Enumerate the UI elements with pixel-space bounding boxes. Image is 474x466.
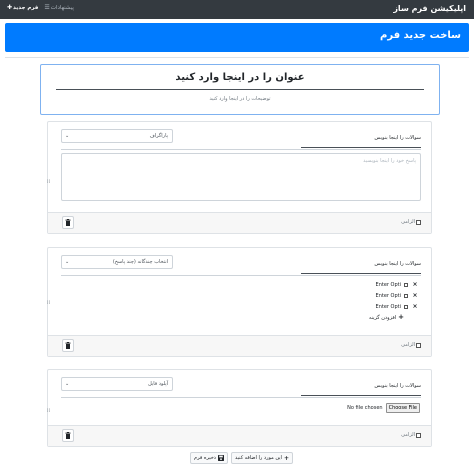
trash-icon xyxy=(65,219,71,226)
option-text[interactable]: Enter Opti xyxy=(376,304,401,310)
new-form-link[interactable]: ✚ فرم جدید xyxy=(7,4,39,12)
option-row: Enter Opti × xyxy=(376,304,419,311)
plus-icon: + xyxy=(283,454,289,462)
question-title-placeholder: سوالات را اینجا بنویس xyxy=(374,383,421,389)
file-upload-control[interactable]: No file chosen Choose File xyxy=(347,403,420,413)
required-label: الزامی xyxy=(401,342,415,348)
option-checkbox[interactable] xyxy=(404,305,408,309)
question-title-input[interactable]: سوالات را اینجا بنویس xyxy=(301,380,421,396)
question-type-select[interactable]: آپلود فایل ⌄ xyxy=(61,377,173,391)
option-checkbox[interactable] xyxy=(404,294,408,298)
list-icon: ☰ xyxy=(44,4,50,11)
page-title: ساخت جدید فرم xyxy=(380,30,461,41)
file-status: No file chosen xyxy=(347,405,383,411)
remove-option-icon[interactable]: × xyxy=(411,282,419,288)
add-option-button[interactable]: + افزودن گزینه xyxy=(369,314,404,321)
question-title-placeholder: سوالات را اینجا بنویس xyxy=(374,261,421,267)
answer-placeholder: پاسخ خود را اینجا بنویسید xyxy=(363,158,416,164)
question-divider xyxy=(61,149,421,150)
header-divider xyxy=(5,57,469,58)
question-type-value: آپلود فایل xyxy=(148,381,168,387)
drag-handle-icon[interactable]: ⁞⁞ xyxy=(47,179,50,185)
option-checkbox[interactable] xyxy=(404,283,408,287)
question-footer: الزامی xyxy=(48,425,431,446)
required-checkbox[interactable] xyxy=(416,432,421,438)
question-card-paragraph: سوالات را اینجا بنویس پاراگراف ⌄ پاسخ خو… xyxy=(47,121,432,234)
chevron-down-icon: ⌄ xyxy=(65,133,70,139)
save-form-label: ذخیره فرم xyxy=(194,455,217,461)
delete-question-button[interactable] xyxy=(62,216,74,229)
delete-question-button[interactable] xyxy=(62,429,74,442)
required-label: الزامی xyxy=(401,432,415,438)
question-card-multiple-choice: سوالات را اینجا بنویس انتخاب چندگانه (چن… xyxy=(47,247,432,357)
option-row: Enter Opti × xyxy=(376,293,419,300)
form-title-input[interactable]: عنوان را در اینجا وارد کنید xyxy=(41,72,439,83)
form-description-input[interactable]: توضیحات را در اینجا وارد کنید xyxy=(41,96,439,102)
drag-handle-icon[interactable]: ⁞⁞ xyxy=(47,408,50,414)
save-form-button[interactable]: ذخیره فرم xyxy=(190,452,229,464)
option-text[interactable]: Enter Opti xyxy=(376,293,401,299)
chevron-down-icon: ⌄ xyxy=(65,381,70,387)
paragraph-answer-field[interactable]: پاسخ خود را اینجا بنویسید xyxy=(61,153,421,201)
add-item-label: این مورد را اضافه کنید xyxy=(235,455,282,461)
plus-icon: ✚ xyxy=(7,4,13,11)
add-item-button[interactable]: + این مورد را اضافه کنید xyxy=(231,452,293,464)
option-row: Enter Opti × xyxy=(376,282,419,289)
nav-links: ✚ فرم جدید ☰ پیشنهادات xyxy=(7,4,74,12)
top-navbar: اپلیکیشن فرم ساز ✚ فرم جدید ☰ پیشنهادات xyxy=(0,0,474,19)
question-type-value: انتخاب چندگانه (چند پاسخ) xyxy=(112,259,168,265)
form-title-card: عنوان را در اینجا وارد کنید توضیحات را د… xyxy=(40,64,440,115)
question-type-select[interactable]: انتخاب چندگانه (چند پاسخ) ⌄ xyxy=(61,255,173,269)
form-actions: ذخیره فرم + این مورد را اضافه کنید xyxy=(190,452,293,464)
remove-option-icon[interactable]: × xyxy=(411,304,419,310)
question-type-select[interactable]: پاراگراف ⌄ xyxy=(61,129,173,143)
question-footer: الزامی xyxy=(48,212,431,233)
required-toggle[interactable]: الزامی xyxy=(401,342,421,348)
required-toggle[interactable]: الزامی xyxy=(401,219,421,225)
option-text[interactable]: Enter Opti xyxy=(376,282,401,288)
app-brand[interactable]: اپلیکیشن فرم ساز xyxy=(393,4,466,13)
save-icon xyxy=(218,455,225,461)
add-option-label: افزودن گزینه xyxy=(368,314,397,321)
page-header: ساخت جدید فرم xyxy=(5,23,469,52)
question-title-input[interactable]: سوالات را اینجا بنویس xyxy=(301,132,421,148)
choose-file-button[interactable]: Choose File xyxy=(385,403,420,413)
question-type-value: پاراگراف xyxy=(149,133,168,139)
remove-option-icon[interactable]: × xyxy=(411,293,419,299)
required-label: الزامی xyxy=(401,219,415,225)
required-checkbox[interactable] xyxy=(416,342,421,348)
question-title-input[interactable]: سوالات را اینجا بنویس xyxy=(301,258,421,274)
delete-question-button[interactable] xyxy=(62,339,74,352)
required-checkbox[interactable] xyxy=(416,219,421,225)
new-form-label: فرم جدید xyxy=(13,5,39,11)
required-toggle[interactable]: الزامی xyxy=(401,432,421,438)
question-divider xyxy=(61,397,421,398)
trash-icon xyxy=(65,342,71,349)
chevron-down-icon: ⌄ xyxy=(65,259,70,265)
suggestions-label: پیشنهادات xyxy=(50,5,74,11)
question-card-file-upload: سوالات را اینجا بنویس آپلود فایل ⌄ No fi… xyxy=(47,369,432,447)
question-divider xyxy=(61,275,421,276)
question-title-placeholder: سوالات را اینجا بنویس xyxy=(374,135,421,141)
title-underline xyxy=(56,89,424,90)
suggestions-link[interactable]: ☰ پیشنهادات xyxy=(44,4,74,12)
drag-handle-icon[interactable]: ⁞⁞ xyxy=(47,300,50,306)
plus-icon: + xyxy=(398,313,404,321)
question-footer: الزامی xyxy=(48,335,431,356)
trash-icon xyxy=(65,432,71,439)
